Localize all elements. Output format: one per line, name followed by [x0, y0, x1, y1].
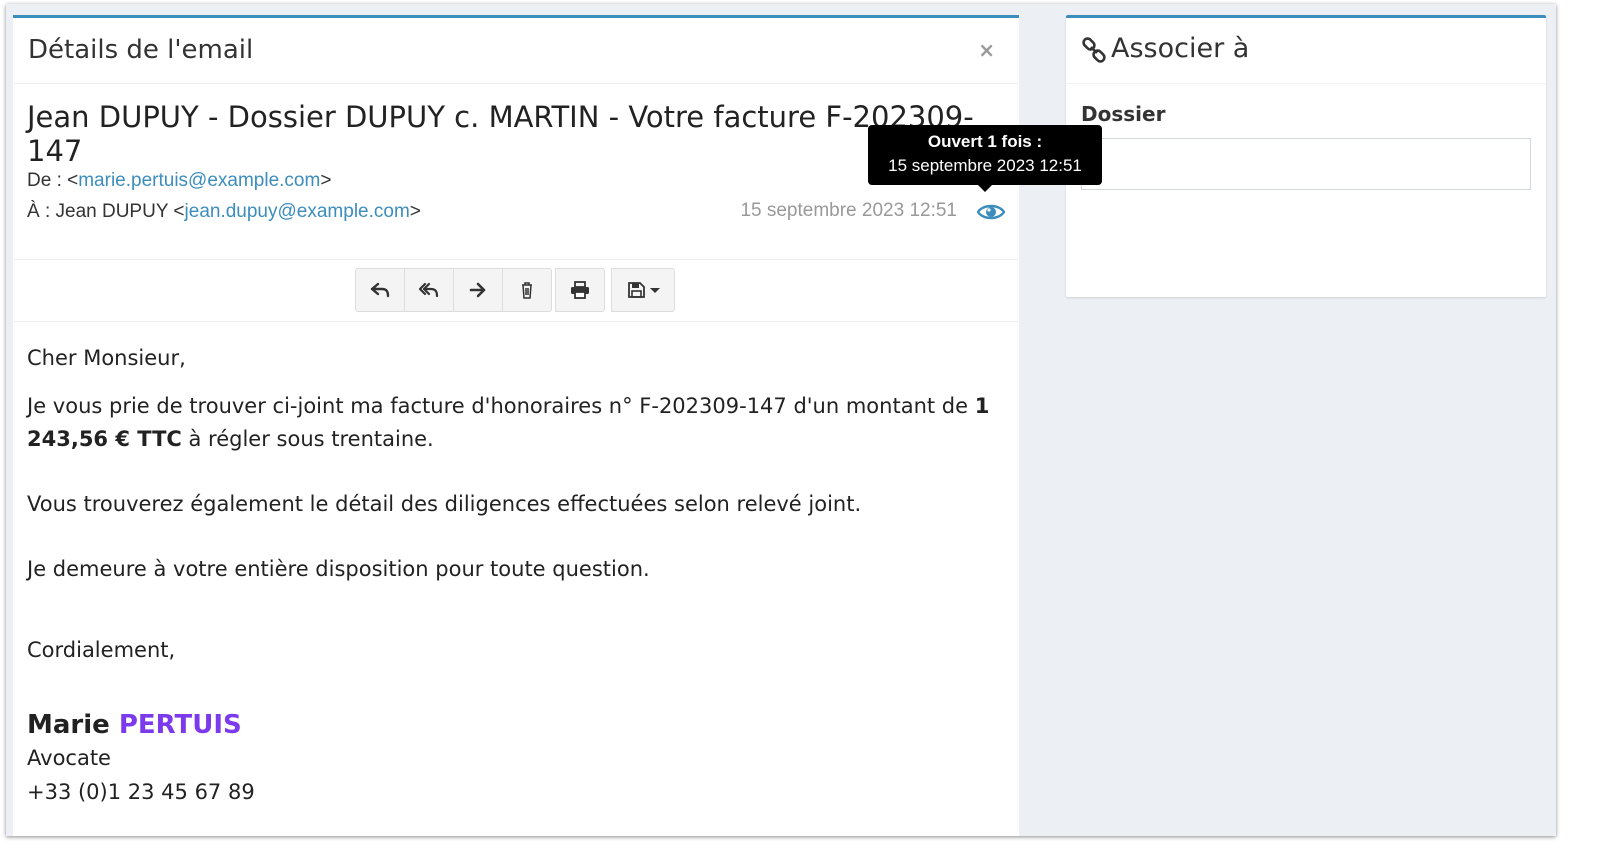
paragraph-invoice: Je vous prie de trouver ci-joint ma fact…: [27, 390, 1005, 456]
to-line: À : Jean DUPUY <jean.dupuy@example.com>: [27, 201, 421, 223]
signature-phone: +33 (0)1 23 45 67 89: [27, 780, 255, 804]
save-dropdown-button[interactable]: [611, 268, 675, 312]
panel-title: Détails de l'email: [28, 35, 254, 65]
mail-toolbar: [13, 260, 1019, 322]
tooltip-count: Ouvert 1 fois :: [927, 132, 1043, 151]
trash-icon: [522, 282, 532, 299]
action-button-group: [355, 268, 552, 312]
link-icon: [1082, 37, 1106, 63]
email-panel-header: Détails de l'email ×: [13, 18, 1019, 84]
to-prefix: À : Jean DUPUY <: [27, 201, 185, 222]
reply-all-icon: [419, 282, 439, 298]
greeting: Cher Monsieur,: [27, 346, 186, 370]
delete-button[interactable]: [502, 268, 552, 312]
save-button-group: [611, 268, 675, 312]
reply-all-button[interactable]: [404, 268, 454, 312]
tooltip-date: 15 septembre 2023 12:51: [888, 156, 1082, 175]
dossier-label: Dossier: [1081, 102, 1166, 126]
signature-role: Avocate: [27, 746, 111, 770]
forward-icon: [469, 282, 486, 298]
email-body: Cher Monsieur, Je vous prie de trouver c…: [13, 322, 1019, 809]
print-icon: [571, 281, 589, 299]
to-email-link[interactable]: jean.dupuy@example.com: [185, 201, 410, 222]
save-icon: [627, 282, 645, 298]
paragraph-diligences: Vous trouverez également le détail des d…: [27, 492, 862, 516]
from-email-link[interactable]: marie.pertuis@example.com: [78, 170, 320, 191]
associate-title: Associer à: [1111, 33, 1250, 64]
print-button-group: [555, 268, 605, 312]
paragraph-disposition: Je demeure à votre entière disposition p…: [27, 557, 650, 581]
from-prefix: De : <: [27, 170, 79, 191]
caret-down-icon: [649, 288, 660, 293]
eye-icon[interactable]: [977, 202, 1005, 222]
reply-button[interactable]: [355, 268, 405, 312]
signature-last-name: PERTUIS: [118, 710, 242, 740]
invoice-terms: à régler sous trentaine.: [181, 427, 434, 451]
to-suffix: >: [409, 201, 421, 222]
email-date: 15 septembre 2023 12:51: [740, 200, 957, 221]
opened-tooltip: Ouvert 1 fois : 15 septembre 2023 12:51: [868, 125, 1102, 192]
associate-panel-header: Associer à: [1066, 18, 1546, 84]
signature-name: Marie PERTUIS: [27, 709, 1005, 741]
from-line: De : <marie.pertuis@example.com>: [27, 170, 331, 192]
email-subject: Jean DUPUY - Dossier DUPUY c. MARTIN - V…: [27, 100, 974, 168]
closing: Cordialement,: [27, 638, 176, 662]
signature-first-name: Marie: [27, 710, 119, 740]
dossier-input[interactable]: [1081, 138, 1531, 190]
invoice-text: Je vous prie de trouver ci-joint ma fact…: [27, 394, 975, 418]
from-suffix: >: [320, 170, 332, 191]
forward-button[interactable]: [453, 268, 503, 312]
reply-icon: [370, 282, 390, 298]
close-button[interactable]: ×: [978, 38, 995, 62]
associate-panel: Associer à Dossier: [1066, 15, 1546, 297]
print-button[interactable]: [555, 268, 605, 312]
app-frame: Détails de l'email × Jean DUPUY - Dossie…: [6, 4, 1556, 836]
